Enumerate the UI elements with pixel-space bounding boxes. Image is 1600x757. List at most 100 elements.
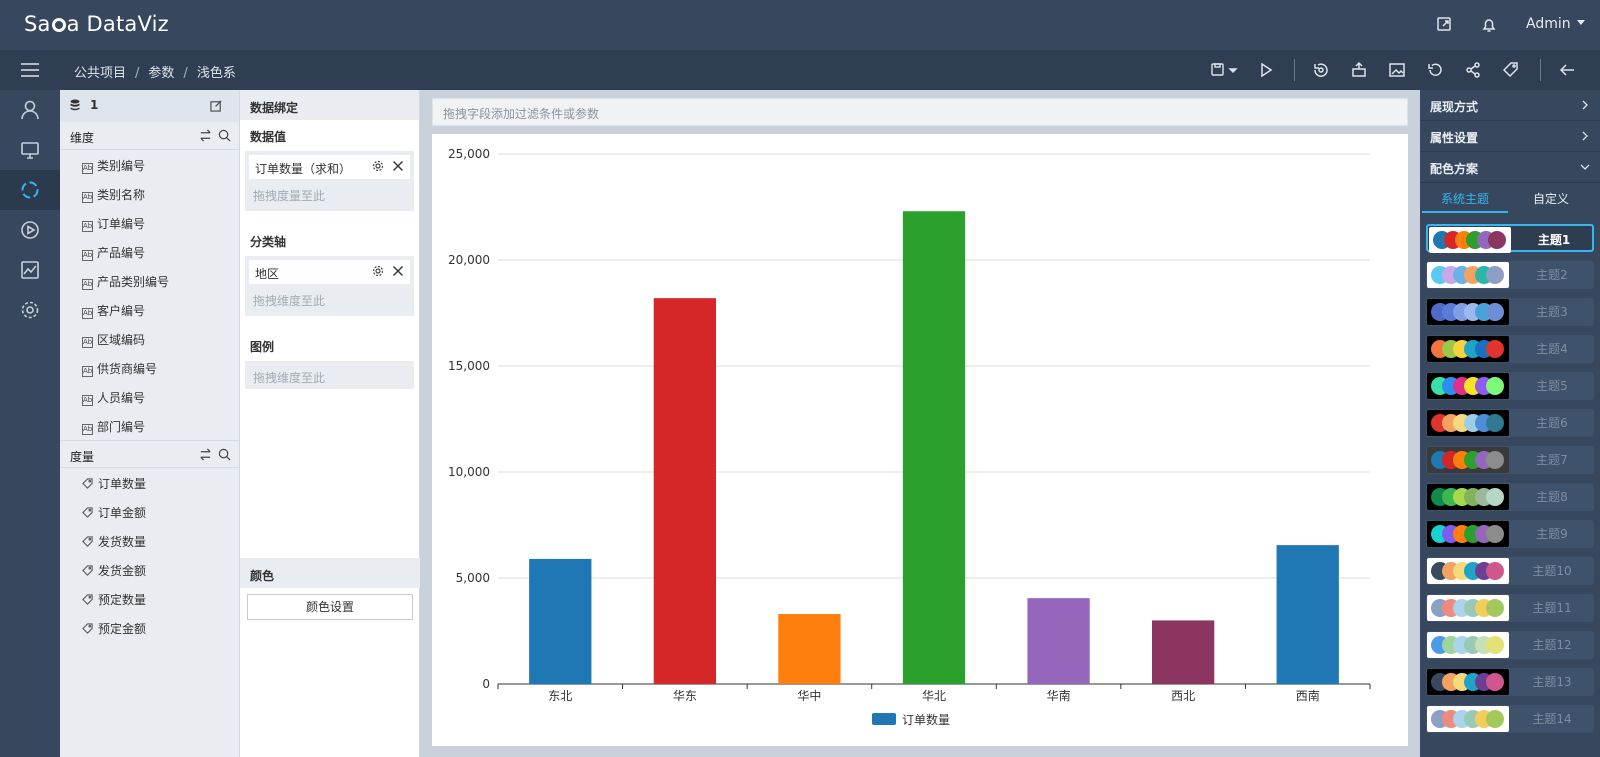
gear-icon[interactable]	[372, 160, 384, 172]
theme-option[interactable]: 主题7	[1426, 446, 1594, 474]
properties-title: 属性设置	[1430, 131, 1479, 145]
dimension-field[interactable]: Ab 订单编号	[60, 208, 239, 237]
user-name: Admin	[1526, 16, 1571, 32]
user-menu[interactable]: Admin	[1526, 16, 1585, 32]
refresh-data-icon[interactable]	[1312, 61, 1330, 79]
image-icon[interactable]	[1388, 61, 1406, 79]
measure-field[interactable]: 发货金额	[60, 555, 239, 584]
field-label: 订单编号	[97, 217, 146, 231]
color-scheme-section[interactable]: 配色方案	[1420, 152, 1600, 183]
value-dropzone[interactable]: 订单数量（求和） 拖拽度量至此	[245, 151, 414, 211]
filter-dropzone[interactable]: 拖拽字段添加过滤条件或参数	[432, 98, 1408, 126]
text-field-icon: Ab	[82, 366, 93, 377]
nav-play-icon[interactable]	[0, 210, 60, 250]
axis-chip-label: 地区	[255, 267, 280, 281]
axis-chip[interactable]: 地区	[249, 260, 410, 284]
close-icon[interactable]	[392, 265, 404, 277]
theme-option[interactable]: 主题9	[1426, 520, 1594, 548]
legend-drop-hint: 拖拽维度至此	[253, 371, 326, 385]
bell-icon[interactable]	[1480, 16, 1498, 34]
properties-section[interactable]: 属性设置	[1420, 121, 1600, 152]
theme-option[interactable]: 主题14	[1426, 705, 1594, 733]
menu-icon[interactable]	[20, 60, 40, 80]
theme-option[interactable]: 主题6	[1426, 409, 1594, 437]
measures-list: 订单数量 订单金额 发货数量 发货金额 预定数量 预定金额	[60, 468, 239, 642]
swap-icon[interactable]	[199, 448, 212, 461]
text-field-icon: Ab	[82, 163, 93, 174]
theme-option[interactable]: 主题2	[1426, 261, 1594, 289]
theme-option[interactable]: 主题13	[1426, 668, 1594, 696]
nav-dataviz-icon[interactable]	[0, 170, 60, 210]
theme-option[interactable]: 主题10	[1426, 557, 1594, 585]
dimensions-title: 维度	[70, 131, 95, 145]
breadcrumb-item[interactable]: 参数	[148, 66, 174, 81]
theme-swatch	[1427, 558, 1509, 584]
dimension-field[interactable]: Ab 区域编码	[60, 324, 239, 353]
close-icon[interactable]	[392, 160, 404, 172]
measure-field[interactable]: 订单数量	[60, 468, 239, 497]
axis-label: 分类轴	[250, 235, 287, 249]
undo-icon[interactable]	[1426, 61, 1444, 79]
measure-field[interactable]: 预定金额	[60, 613, 239, 642]
logo-text-suffix: a DataViz	[66, 12, 169, 36]
play-icon[interactable]	[1257, 61, 1275, 79]
breadcrumb-item-current: 浅色系	[196, 66, 236, 81]
search-icon[interactable]	[218, 129, 231, 142]
display-mode-section[interactable]: 展现方式	[1420, 90, 1600, 121]
swap-icon[interactable]	[199, 129, 212, 142]
datasource-name: 1	[90, 98, 99, 112]
dimension-field[interactable]: Ab 供货商编号	[60, 353, 239, 382]
value-chip[interactable]: 订单数量（求和）	[249, 155, 410, 179]
theme-name: 主题14	[1532, 712, 1572, 726]
edit-icon[interactable]	[210, 99, 223, 112]
dimension-field[interactable]: Ab 类别编号	[60, 150, 239, 179]
theme-option[interactable]: 主题12	[1426, 631, 1594, 659]
x-tick-label: 西北	[1171, 689, 1195, 703]
back-arrow-icon[interactable]	[1558, 61, 1576, 79]
color-scheme-title: 配色方案	[1430, 162, 1479, 176]
measure-field[interactable]: 订单金额	[60, 497, 239, 526]
bar	[778, 614, 841, 684]
theme-option[interactable]: 主题8	[1426, 483, 1594, 511]
nav-settings-icon[interactable]	[0, 290, 60, 330]
theme-option[interactable]: 主题3	[1426, 298, 1594, 326]
dimension-field[interactable]: Ab 人员编号	[60, 382, 239, 411]
dimension-field[interactable]: Ab 产品编号	[60, 237, 239, 266]
nav-user-icon[interactable]	[0, 90, 60, 130]
gear-icon[interactable]	[372, 265, 384, 277]
datasource-header[interactable]: 1	[60, 90, 239, 122]
measure-field[interactable]: 发货数量	[60, 526, 239, 555]
field-label: 部门编号	[97, 420, 146, 434]
text-field-icon: Ab	[82, 279, 93, 290]
color-settings-button[interactable]: 颜色设置	[247, 594, 413, 620]
app-logo[interactable]: Sa a DataViz	[24, 12, 169, 36]
tab-custom-theme[interactable]: 自定义	[1508, 185, 1594, 213]
search-icon[interactable]	[218, 448, 231, 461]
legend-swatch	[872, 713, 896, 725]
nav-chart-icon[interactable]	[0, 250, 60, 290]
share-icon[interactable]	[1464, 61, 1482, 79]
tag-icon[interactable]	[1502, 61, 1520, 79]
tab-system-themes[interactable]: 系统主题	[1422, 185, 1508, 213]
legend-dropzone[interactable]: 拖拽维度至此	[245, 361, 414, 389]
external-link-icon[interactable]	[1436, 16, 1454, 34]
theme-name: 主题3	[1536, 305, 1568, 319]
breadcrumb-item[interactable]: 公共项目	[74, 66, 126, 81]
axis-dropzone[interactable]: 地区 拖拽维度至此	[245, 256, 414, 316]
dimension-field[interactable]: Ab 客户编号	[60, 295, 239, 324]
save-icon[interactable]	[1210, 61, 1238, 79]
theme-option[interactable]: 主题5	[1426, 372, 1594, 400]
nav-monitor-icon[interactable]	[0, 130, 60, 170]
theme-option[interactable]: 主题4	[1426, 335, 1594, 363]
fields-panel: 1 维度 Ab 类别编号 Ab 类别名称 Ab 订单编号 Ab 产品编号 Ab 产品类别编号 Ab 客…	[60, 90, 240, 757]
theme-option[interactable]: 主题1	[1426, 224, 1594, 253]
color-dot	[1486, 414, 1504, 432]
dimension-field[interactable]: Ab 产品类别编号	[60, 266, 239, 295]
export-icon[interactable]	[1350, 61, 1368, 79]
main-canvas: 拖拽字段添加过滤条件或参数 0 5,000 10,000 15,000 20,000 25…	[420, 90, 1420, 757]
measure-field[interactable]: 预定数量	[60, 584, 239, 613]
dimension-field[interactable]: Ab 类别名称	[60, 179, 239, 208]
color-section-title: 颜色	[240, 558, 420, 588]
theme-option[interactable]: 主题11	[1426, 594, 1594, 622]
dimension-field[interactable]: Ab 部门编号	[60, 411, 239, 440]
